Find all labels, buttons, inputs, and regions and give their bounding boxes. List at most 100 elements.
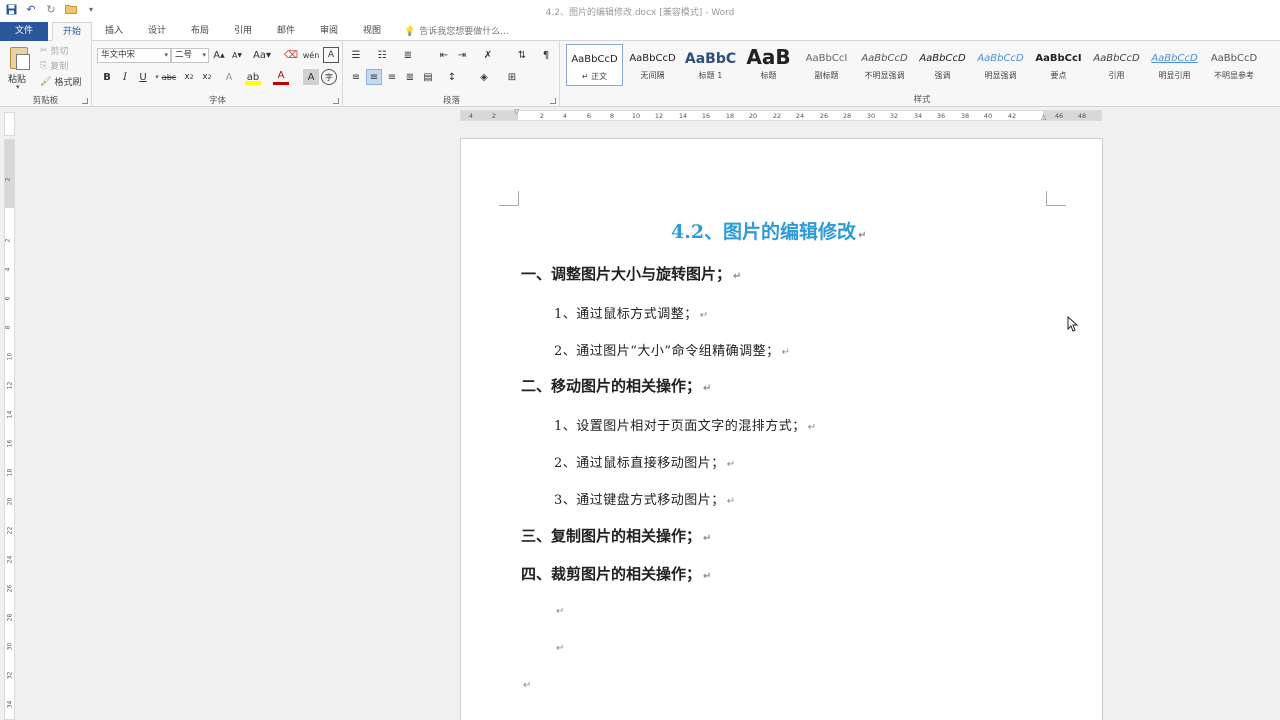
chinese-layout-icon[interactable]: ✗ <box>480 47 496 63</box>
paragraph-mark: ↵ <box>781 347 791 358</box>
ruler-tick-label: 24 <box>795 112 805 120</box>
subscript-button[interactable]: x2 <box>181 69 197 85</box>
style-subtle-reference[interactable]: AaBbCcD 不明显参考 <box>1204 44 1264 86</box>
tell-me-search[interactable]: 💡 告诉我您想要做什么... <box>404 22 509 41</box>
clipboard-group: 粘贴 ▾ ✂ 剪切 ⎘ 复制 🖌 格式刷 剪贴板 <box>0 41 92 107</box>
font-name-combo[interactable]: 华文中宋 ▾ <box>97 48 171 63</box>
show-marks-icon[interactable]: ¶ <box>538 47 554 63</box>
ruler-tick-label: 22 <box>772 112 782 120</box>
style-normal[interactable]: AaBbCcD ↵ 正文 <box>566 44 623 86</box>
paste-button[interactable]: 粘贴 ▾ <box>6 45 34 91</box>
style-no-spacing[interactable]: AaBbCcD 无间隔 <box>624 44 681 86</box>
clipboard-launcher-icon[interactable] <box>82 98 88 104</box>
margin-corner-mark <box>1046 191 1066 206</box>
horizontal-ruler[interactable]: 4 2 2 4 6 8 10 12 14 16 18 20 22 24 26 28 30 32 34 36 38 40 42… <box>460 108 1102 121</box>
tab-design[interactable]: 设计 <box>141 22 173 41</box>
phonetic-guide-icon[interactable]: wén <box>303 47 320 63</box>
section-heading[interactable]: 三、复制图片的相关操作； ↵ <box>521 525 711 546</box>
clear-formatting-icon[interactable]: ⌫ <box>283 47 299 63</box>
distributed-icon[interactable]: ▤ <box>420 69 436 85</box>
style-intense-emphasis[interactable]: AaBbCcD 明显强调 <box>972 44 1029 86</box>
sort-icon[interactable]: ⇅ <box>514 47 530 63</box>
vertical-ruler[interactable]: 2 2 4 6 8 10 12 14 16 18 20 22 24 26 28 30 32 34 <box>4 139 15 720</box>
style-quote[interactable]: AaBbCcD 引用 <box>1088 44 1145 86</box>
section-heading[interactable]: 四、裁剪图片的相关操作； ↵ <box>521 563 711 584</box>
empty-paragraph[interactable]: ↵ <box>554 603 565 618</box>
paragraph-launcher-icon[interactable] <box>550 98 556 104</box>
style-intense-quote[interactable]: AaBbCcD 明显引用 <box>1146 44 1203 86</box>
style-emphasis[interactable]: AaBbCcD 强调 <box>914 44 971 86</box>
shrink-font-button[interactable]: A ▼ <box>229 47 245 63</box>
style-name: 引用 <box>1108 71 1125 80</box>
align-right-icon[interactable]: ≡ <box>384 69 400 85</box>
tab-mailings[interactable]: 邮件 <box>270 22 302 41</box>
list-item[interactable]: 1、通过鼠标方式调整； ↵ <box>554 303 709 322</box>
cut-button[interactable]: ✂ 剪切 <box>40 44 69 58</box>
first-line-indent-marker[interactable]: ▽ <box>514 108 519 116</box>
font-launcher-icon[interactable] <box>333 98 339 104</box>
shading-icon[interactable]: ◈ <box>476 69 492 85</box>
bullets-icon[interactable]: ☰ <box>348 47 364 63</box>
list-item[interactable]: 3、通过键盘方式移动图片； ↵ <box>554 489 736 508</box>
style-heading-1[interactable]: AaBbC 标题 1 <box>682 44 739 86</box>
style-subtitle[interactable]: AaBbCcI 副标题 <box>798 44 855 86</box>
style-name: 标题 <box>760 71 777 80</box>
align-left-icon[interactable]: ≡ <box>348 69 364 85</box>
tab-view[interactable]: 视图 <box>356 22 388 41</box>
increase-indent-icon[interactable]: ⇥ <box>454 47 470 63</box>
italic-button[interactable]: I <box>117 69 133 85</box>
strikethrough-button[interactable]: abc <box>161 69 177 85</box>
tab-layout[interactable]: 布局 <box>184 22 216 41</box>
list-item[interactable]: 2、通过图片“大小”命令组精确调整； ↵ <box>554 340 790 359</box>
lightbulb-icon: 💡 <box>404 26 416 37</box>
list-item[interactable]: 2、通过鼠标直接移动图片； ↵ <box>554 452 736 471</box>
line-spacing-icon[interactable]: ↕ <box>444 69 460 85</box>
justify-icon[interactable]: ≣ <box>402 69 418 85</box>
right-indent-marker[interactable]: △ <box>1041 113 1046 121</box>
decrease-indent-icon[interactable]: ⇤ <box>436 47 452 63</box>
numbering-icon[interactable]: ☷ <box>374 47 390 63</box>
styles-group-label: 样式 <box>913 95 931 105</box>
align-center-icon[interactable]: ≡ <box>366 69 382 85</box>
format-painter-button[interactable]: 🖌 格式刷 <box>40 75 81 89</box>
section-heading[interactable]: 一、调整图片大小与旋转图片； ↵ <box>521 263 741 284</box>
superscript-button[interactable]: x2 <box>199 69 215 85</box>
list-item[interactable]: 1、设置图片相对于页面文字的混排方式； ↵ <box>554 415 817 434</box>
section-heading[interactable]: 二、移动图片的相关操作； ↵ <box>521 375 711 396</box>
ruler-tick-label: 2 <box>4 238 12 243</box>
tab-insert[interactable]: 插入 <box>98 22 130 41</box>
highlight-color-icon[interactable]: ab <box>245 69 261 85</box>
style-subtle-emphasis[interactable]: AaBbCcD 不明显强调 <box>856 44 913 86</box>
font-group: 华文中宋 ▾ 二号 ▾ A ▲ A ▼ Aa▾ ⌫ wén A B I U ▾ ab… <box>93 41 343 107</box>
ruler-tick-label: 12 <box>6 381 14 390</box>
line-text: 1、通过鼠标方式调整； <box>554 307 698 322</box>
enclose-characters-icon[interactable]: 字 <box>321 69 337 85</box>
tab-file[interactable]: 文件 <box>0 22 48 41</box>
ruler-tick-label: 18 <box>725 112 735 120</box>
ruler-tick-label: 2 <box>4 177 12 182</box>
font-color-icon[interactable]: A <box>273 69 289 85</box>
grow-font-button[interactable]: A ▲ <box>211 47 227 63</box>
empty-paragraph[interactable]: ↵ <box>521 677 532 692</box>
ruler-right-margin <box>1043 111 1101 120</box>
tab-references[interactable]: 引用 <box>227 22 259 41</box>
style-title[interactable]: AaB 标题 <box>740 44 797 86</box>
tab-review[interactable]: 审阅 <box>313 22 345 41</box>
paragraph-group-label: 段落 <box>442 96 460 106</box>
character-shading-icon[interactable]: A <box>303 69 319 85</box>
ruler-top-margin <box>5 140 14 208</box>
borders-icon[interactable]: ⊞ <box>504 69 520 85</box>
character-border-icon[interactable]: A <box>323 47 339 63</box>
change-case-button[interactable]: Aa▾ <box>251 47 273 63</box>
copy-button[interactable]: ⎘ 复制 <box>40 59 68 73</box>
document-title[interactable]: 4.2、图片的编辑修改 ↵ <box>671 217 866 244</box>
empty-paragraph[interactable]: ↵ <box>554 640 565 655</box>
style-strong[interactable]: AaBbCcI 要点 <box>1030 44 1087 86</box>
bold-button[interactable]: B <box>99 69 115 85</box>
tab-home[interactable]: 开始 <box>52 22 92 41</box>
document-page[interactable]: 4.2、图片的编辑修改 ↵ 一、调整图片大小与旋转图片； ↵ 1、通过鼠标方式调整； ↵… <box>460 138 1103 720</box>
text-effects-icon[interactable]: A <box>221 69 237 85</box>
paragraph-mark: ↵ <box>703 533 712 544</box>
font-size-combo[interactable]: 二号 ▾ <box>171 48 209 63</box>
multilevel-list-icon[interactable]: ≣ <box>400 47 416 63</box>
